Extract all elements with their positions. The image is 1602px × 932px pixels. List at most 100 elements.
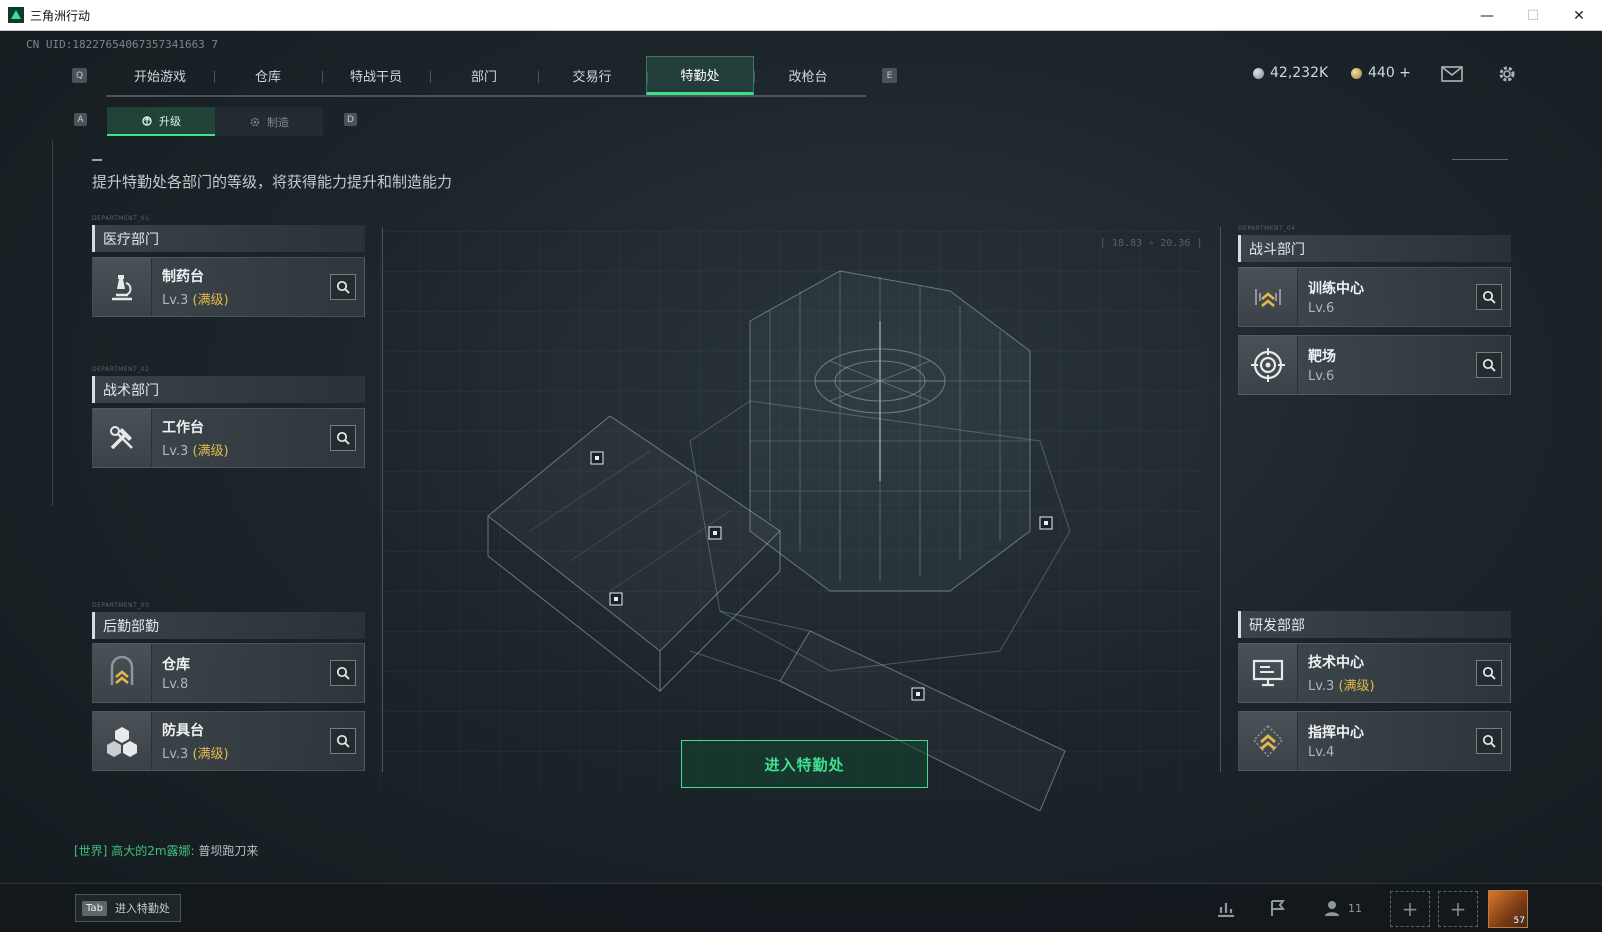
facility-name: 靶场 <box>1308 349 1336 365</box>
dept-tag-logistics: DEPARTMENT_03 <box>92 602 150 609</box>
gold-amount: 440 + <box>1368 65 1411 81</box>
dept-title-combat: 战斗部门 <box>1238 235 1511 262</box>
enter-special-ops-button[interactable]: 进入特勤处 <box>681 740 928 788</box>
bottom-bar: Tab 进入特勤处 11 + + <box>0 883 1602 932</box>
facility-card-tech-center[interactable]: 技术中心 Lv.3 (满级) <box>1238 643 1511 703</box>
deco-line-top-right <box>1452 159 1508 160</box>
right-guide-line <box>1220 227 1221 772</box>
facility-card-shooting-range[interactable]: 靶场 Lv.6 <box>1238 335 1511 395</box>
gold-coin-icon <box>1351 67 1362 79</box>
dept-title-research: 研发部部 <box>1238 611 1511 638</box>
upgrade-icon <box>142 115 152 126</box>
nav-next-key[interactable]: E <box>882 68 897 83</box>
facility-name: 仓库 <box>162 657 190 673</box>
minimize-button[interactable]: — <box>1464 0 1510 31</box>
subtab-upgrade-label: 升级 <box>159 114 181 128</box>
chevron-rank-icon <box>93 644 152 702</box>
deco-dash <box>92 159 102 161</box>
search-icon[interactable] <box>1476 728 1502 754</box>
close-button[interactable]: ✕ <box>1556 0 1602 31</box>
facility-name: 制药台 <box>162 269 204 285</box>
window-title: 三角洲行动 <box>30 8 91 23</box>
facility-level: Lv.4 <box>1308 745 1335 760</box>
facility-level: Lv.3 (满级) <box>162 293 229 308</box>
command-chevron-icon <box>1239 712 1298 770</box>
facility-name: 工作台 <box>162 420 204 436</box>
facility-card-warehouse[interactable]: 仓库 Lv.8 <box>92 643 365 703</box>
facility-level: Lv.6 <box>1308 369 1335 384</box>
dept-title-tactical: 战术部门 <box>92 376 365 403</box>
friends-button[interactable]: 11 <box>1318 894 1368 922</box>
settings-gear-icon[interactable] <box>1496 64 1518 84</box>
chat-channel: [世界] <box>74 844 108 858</box>
dept-title-medical: 医疗部门 <box>92 225 365 252</box>
tab-shortcut-hint[interactable]: Tab 进入特勤处 <box>75 894 181 922</box>
subnav-prev-key[interactable]: A <box>74 113 87 126</box>
chat-text: 普坝跑刀来 <box>198 844 259 858</box>
facility-name: 训练中心 <box>1308 281 1364 297</box>
facility-3d-model[interactable] <box>480 231 1100 811</box>
search-icon[interactable] <box>330 274 356 300</box>
facility-card-workbench[interactable]: 工作台 Lv.3 (满级) <box>92 408 365 468</box>
tab-special-ops[interactable]: 特勤处 <box>646 56 754 95</box>
app-logo-icon <box>8 7 24 23</box>
friends-icon <box>1325 901 1339 916</box>
search-icon[interactable] <box>1476 352 1502 378</box>
tab-warehouse[interactable]: 仓库 <box>214 56 322 95</box>
chat-message[interactable]: [世界] 高大的2m露娜: 普坝跑刀来 <box>74 842 258 859</box>
party-slot-1[interactable]: + <box>1390 891 1430 927</box>
mail-icon[interactable] <box>1441 64 1463 84</box>
facility-level: Lv.3 (满级) <box>162 444 229 459</box>
maximize-button[interactable]: ☐ <box>1510 0 1556 31</box>
game-viewport: CN UID:18227654067357341663 7 Q 开始游戏 仓库 … <box>0 31 1602 932</box>
search-icon[interactable] <box>1476 284 1502 310</box>
facility-level: Lv.3 (满级) <box>162 747 229 762</box>
subtab-craft[interactable]: 制造 <box>215 107 323 136</box>
tab-start-game[interactable]: 开始游戏 <box>106 56 214 95</box>
dept-tag-combat: DEPARTMENT_04 <box>1238 225 1296 232</box>
party-slot-2[interactable]: + <box>1438 891 1478 927</box>
user-uid: CN UID:18227654067357341663 7 <box>26 38 219 51</box>
coordinate-readout: [ 18.83 ∘ 20.36 ] <box>1100 238 1203 249</box>
tab-key: Tab <box>82 900 107 916</box>
search-icon[interactable] <box>1476 660 1502 686</box>
cubes-icon <box>93 712 152 770</box>
subnav-next-key[interactable]: D <box>344 113 357 126</box>
facility-card-training-center[interactable]: 训练中心 Lv.6 <box>1238 267 1511 327</box>
subtab-craft-label: 制造 <box>267 115 289 129</box>
left-guide-line <box>382 227 383 772</box>
page-description: 提升特勤处各部门的等级，将获得能力提升和制造能力 <box>92 173 453 191</box>
silver-currency: 42,232K <box>1253 65 1328 81</box>
main-nav: 开始游戏 仓库 特战干员 部门 交易行 特勤处 改枪台 <box>106 56 866 97</box>
training-chevron-icon <box>1239 268 1298 326</box>
stats-icon[interactable] <box>1210 894 1242 922</box>
window-titlebar: 三角洲行动 — ☐ ✕ <box>0 0 1602 31</box>
friends-count: 11 <box>1348 901 1362 915</box>
flag-icon[interactable] <box>1262 894 1294 922</box>
tab-operators[interactable]: 特战干员 <box>322 56 430 95</box>
silver-amount: 42,232K <box>1270 65 1329 81</box>
nav-prev-key[interactable]: Q <box>72 68 87 83</box>
gold-currency[interactable]: 440 + <box>1351 65 1411 81</box>
target-icon <box>1239 336 1298 394</box>
deco-line-left <box>52 141 53 506</box>
subtab-upgrade[interactable]: 升级 <box>107 107 215 136</box>
player-avatar[interactable] <box>1488 890 1528 928</box>
sub-nav: 升级 制造 <box>107 107 323 136</box>
facility-level: Lv.6 <box>1308 301 1335 316</box>
tab-shortcut-label: 进入特勤处 <box>114 902 170 915</box>
facility-name: 技术中心 <box>1308 655 1364 671</box>
search-icon[interactable] <box>330 728 356 754</box>
search-icon[interactable] <box>330 425 356 451</box>
search-icon[interactable] <box>330 660 356 686</box>
facility-card-pharmacy[interactable]: 制药台 Lv.3 (满级) <box>92 257 365 317</box>
tab-trade[interactable]: 交易行 <box>538 56 646 95</box>
dept-tag-tactical: DEPARTMENT_02 <box>92 366 150 373</box>
monitor-icon <box>1239 644 1298 702</box>
facility-card-armor-bench[interactable]: 防具台 Lv.3 (满级) <box>92 711 365 771</box>
tab-gunsmith[interactable]: 改枪台 <box>754 56 862 95</box>
facility-level: Lv.3 (满级) <box>1308 679 1375 694</box>
facility-card-command-center[interactable]: 指挥中心 Lv.4 <box>1238 711 1511 771</box>
tab-department[interactable]: 部门 <box>430 56 538 95</box>
dept-title-logistics: 后勤部勤 <box>92 612 365 639</box>
